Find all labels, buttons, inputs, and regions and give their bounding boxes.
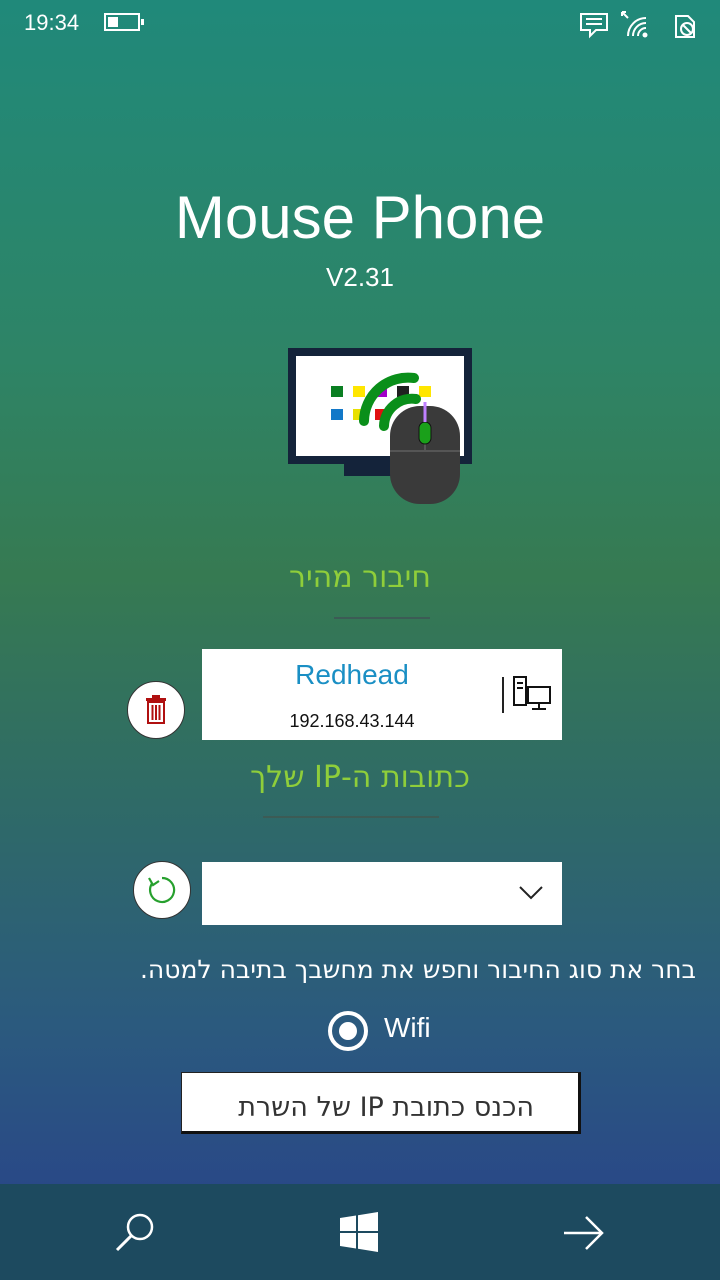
device-ip: 192.168.43.144 (289, 711, 415, 731)
status-time: 19:34 (24, 10, 80, 35)
search-icon[interactable] (112, 1210, 158, 1256)
quick-connect-device-card[interactable]: Redhead 192.168.43.144 (202, 649, 562, 740)
ip-address-dropdown[interactable] (202, 862, 562, 925)
computer-network-icon (513, 676, 551, 710)
trash-icon (146, 695, 166, 724)
quick-connect-divider (334, 617, 430, 619)
quick-connect-title: חיבור מהיר (289, 560, 431, 595)
device-name: Redhead (295, 659, 409, 690)
instruction-text: בחר את סוג החיבור וחפש את מחשבך בתיבה למ… (139, 955, 696, 984)
card-separator (502, 677, 504, 713)
chevron-down-icon (519, 886, 543, 900)
forward-arrow-icon[interactable] (560, 1210, 606, 1256)
message-icon (580, 13, 608, 39)
navigation-bar (0, 1184, 720, 1280)
server-ip-input[interactable] (181, 1072, 581, 1134)
my-ip-divider (263, 816, 439, 818)
app-title: Mouse Phone (174, 184, 546, 251)
battery-saver-icon (675, 15, 695, 38)
my-ip-title: כתובות ה-IP שלך (250, 760, 470, 795)
wifi-radio-button[interactable] (328, 1011, 368, 1051)
battery-icon (104, 13, 144, 31)
refresh-ip-button[interactable] (133, 861, 191, 919)
app-version: V2.31 (326, 262, 394, 292)
delete-device-button[interactable] (127, 681, 185, 739)
windows-icon[interactable] (336, 1210, 382, 1256)
refresh-icon (148, 876, 176, 904)
wifi-signal-icon (621, 11, 648, 38)
monitor-mouse-wifi-logo (288, 348, 472, 504)
wifi-radio-label[interactable]: Wifi (384, 1012, 431, 1044)
